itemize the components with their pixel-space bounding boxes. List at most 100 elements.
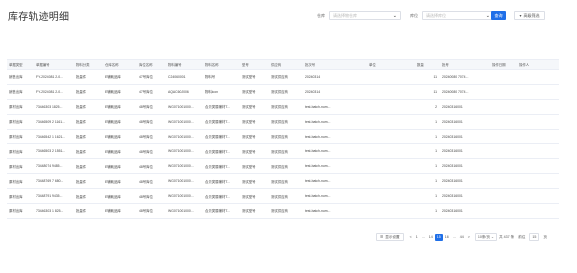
column-header: 操作人 — [519, 63, 530, 67]
page-44[interactable]: 44 — [458, 234, 466, 241]
content-card: 库存轨迹明细 仓库 请选择物仓库 ⌄ 库位 请选择库位 ⌄ 查询 ▾ 高级筛选 … — [0, 0, 577, 273]
column-header: 供应商 — [271, 63, 282, 67]
table-cell: 73446303 1 825... — [36, 208, 64, 213]
column-header: 操作日期 — [492, 63, 506, 67]
warehouse-filter: 仓库 请选择物仓库 ⌄ — [317, 11, 401, 20]
table-cell: 1 — [435, 119, 437, 124]
table-cell: 销售出库 — [9, 75, 23, 80]
table-cell: E辅耗品库 — [105, 149, 121, 154]
page-14[interactable]: 14 — [427, 234, 435, 241]
page-16[interactable]: 16 — [443, 234, 451, 241]
table-cell: 73446303 1825... — [36, 104, 63, 109]
column-header: 单据类型 — [9, 63, 23, 67]
table-cell: 73446503 2 1551... — [36, 149, 66, 154]
location-placeholder: 请选择库位 — [426, 12, 446, 18]
table-cell: 测试供应商 — [271, 135, 288, 139]
table-cell: WG071001000... — [168, 119, 194, 124]
column-header: 批号 — [442, 63, 449, 67]
jump-page-input[interactable]: 15 — [529, 233, 540, 241]
table-cell: E辅耗品库 — [105, 90, 121, 95]
table-cell: 销售出库 — [9, 90, 23, 95]
table-cell: 20240316001 — [442, 104, 463, 109]
table-cell: E辅耗品库 — [105, 75, 121, 80]
table-cell: 20240316001 — [442, 119, 463, 124]
table-cell: test-batch-num... — [305, 194, 331, 199]
column-header: 物料分类 — [76, 63, 90, 67]
page-size-select[interactable]: 10条/页 ⌄ — [474, 233, 498, 241]
table-cell — [367, 130, 415, 144]
table-cell — [490, 85, 517, 99]
table-cell: E辅耗品库 — [105, 135, 121, 139]
table-row[interactable]: 原材出库 73448791 9435... 批量件 E辅耗品库 48号库位 WG07100… — [7, 189, 559, 205]
table-cell: AQAC60J006 — [168, 89, 189, 94]
table-cell: 测试型号 — [242, 105, 256, 110]
table-cell: 原材出库 — [9, 149, 23, 154]
table-cell: 批量件 — [76, 90, 87, 95]
table-cell: 2 — [435, 104, 437, 109]
table-cell — [517, 204, 559, 218]
table-cell: 批量件 — [76, 194, 87, 199]
table-cell: 合贝类属辅材T... — [205, 120, 230, 125]
table-cell: WG071001000... — [168, 208, 194, 213]
table-cell: E辅耗品库 — [105, 209, 121, 214]
table-cell: 合贝类属辅材T... — [205, 135, 230, 139]
table-cell: 合贝类属辅材T... — [205, 209, 230, 214]
table-cell: test-batch-num... — [305, 134, 331, 139]
table-row[interactable]: 原材出库 73448769 7 680... 批量件 E辅耗品库 48号库位 WG0710… — [7, 174, 559, 190]
table-cell: 48号库位 — [139, 105, 153, 110]
table-cell: 原材出库 — [9, 194, 23, 199]
page-15-current[interactable]: 15 — [434, 233, 443, 241]
table-cell: test-batch-num... — [305, 149, 331, 154]
table-row[interactable]: 销售出库 FY-2024081 2-0... 批量件 E辅耗品库 47号库位 AQAC60… — [7, 85, 559, 100]
column-header: 物料名称 — [205, 63, 219, 67]
location-select[interactable]: 请选择库位 ⌄ — [422, 11, 494, 20]
table-cell: 20240080 7074... — [442, 74, 469, 79]
table-cell: WG071001000... — [168, 179, 194, 184]
table-cell: WG071001000... — [168, 104, 194, 109]
table-cell: test-batch-num... — [305, 208, 331, 213]
table-cell: 合贝类属辅材T... — [205, 164, 230, 169]
table-cell: 原材出库 — [9, 164, 23, 169]
table-cell: 测试型号 — [242, 209, 256, 214]
table-row[interactable]: 原材出库 73446542 1 1621... 批量件 E辅耗品库 48号库位 WG071… — [7, 130, 559, 145]
pagination: ☰ 显示设置 < 1 ... 14 15 16 ... 44 > 10条/页 ⌄… — [376, 233, 549, 241]
table-cell: 20240316001 — [442, 149, 463, 154]
table-row[interactable]: 原材出库 73446503 2 1551... 批量件 E辅耗品库 48号库位 WG071… — [7, 144, 559, 160]
table-cell: 合贝类属辅材T... — [205, 149, 230, 154]
table-cell: 48号库位 — [139, 179, 153, 184]
table-cell: E辅耗品库 — [105, 194, 121, 199]
query-button[interactable]: 查询 — [491, 11, 506, 20]
jump-prefix: 前往 — [518, 234, 526, 239]
table-cell: 测试供应商 — [271, 209, 288, 214]
table-row[interactable]: 原材出库 73448074 9485... 批量件 E辅耗品库 48号库位 WG07100… — [7, 159, 559, 175]
table-cell: 原材出库 — [9, 105, 23, 110]
table-cell: 测试供应商 — [271, 120, 288, 125]
display-settings-button[interactable]: ☰ 显示设置 — [376, 233, 404, 241]
table-cell: 批量件 — [76, 179, 87, 184]
chevron-down-icon: ⌄ — [485, 12, 490, 19]
table-cell: WG071001000... — [168, 134, 194, 139]
table-cell: 合贝类属辅材T... — [205, 105, 230, 110]
table-cell: 73448769 7 680... — [36, 179, 64, 184]
table-cell: 物料icon — [205, 90, 219, 95]
next-page-button[interactable]: > — [466, 234, 472, 241]
table-row[interactable]: 原材出库 73446303 1825... 批量件 E辅耗品库 48号库位 WG07100… — [7, 100, 559, 115]
table-cell: WG071001000... — [168, 164, 194, 169]
page-ellipsis-left[interactable]: ... — [420, 234, 427, 241]
advanced-filter-button[interactable]: ▾ 高级筛选 — [514, 11, 545, 20]
table-row[interactable]: 原材出库 73446509 2 1161... 批量件 E辅耗品库 48号库位 WG071… — [7, 115, 559, 130]
page-ellipsis-right[interactable]: ... — [451, 234, 458, 241]
table-cell: 20240080 7074... — [442, 89, 469, 94]
table-cell: 20240316001 — [442, 134, 463, 139]
table-cell: 测试型号 — [242, 90, 256, 95]
table-cell: 73448791 9435... — [36, 194, 63, 199]
table-cell: E辅耗品库 — [105, 179, 121, 184]
table-cell: 20240316001 — [442, 179, 463, 184]
table-cell — [490, 115, 517, 129]
table-cell — [517, 85, 559, 99]
table-row[interactable]: 销售出库 FY-2024081 2-0... 批量件 E辅耗品库 47号库位 C24060… — [7, 70, 559, 85]
warehouse-select[interactable]: 请选择物仓库 ⌄ — [329, 11, 401, 20]
table-row[interactable]: 原材出库 73446303 1 825... 批量件 E辅耗品库 48号库位 WG0710… — [7, 204, 559, 219]
table-cell: 测试供应商 — [271, 105, 288, 110]
table-cell: 73448074 9485... — [36, 164, 63, 169]
